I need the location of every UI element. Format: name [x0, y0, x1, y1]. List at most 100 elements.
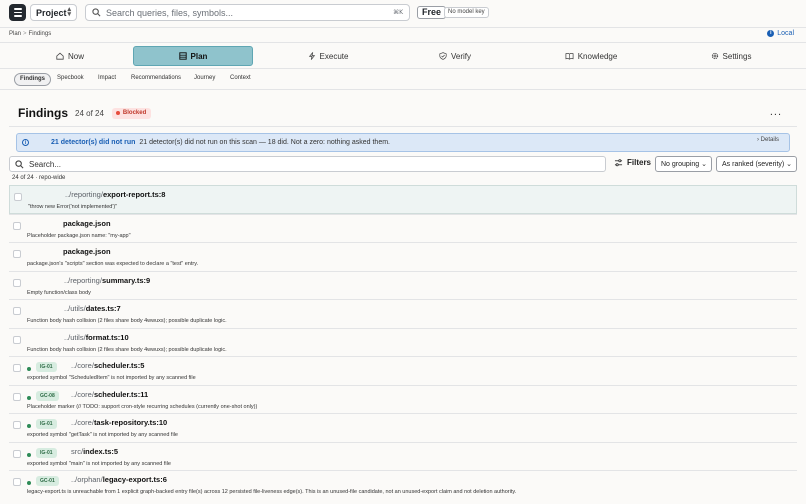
details-label: Details [760, 137, 779, 143]
filters-button[interactable]: Filters [614, 158, 651, 167]
finding-row[interactable]: ../reporting/summary.ts:9 Empty function/… [9, 270, 797, 300]
tab-knowledge[interactable]: Knowledge [555, 46, 627, 66]
findings-count: 24 of 24 [75, 108, 104, 118]
divider [9, 126, 797, 127]
row-checkbox[interactable] [13, 364, 21, 372]
finding-dir: ../core/ [71, 389, 94, 399]
tab-verify-label: Verify [450, 51, 471, 61]
row-checkbox[interactable] [13, 221, 21, 230]
main-nav: Now Plan Execute Verify Knowledge Settin… [0, 43, 806, 69]
finding-dir: ../core/ [71, 418, 94, 427]
finding-dir: ../reporting/ [65, 190, 103, 199]
book-icon [565, 52, 574, 60]
row-checkbox[interactable] [13, 449, 21, 458]
tab-settings-label: Settings [722, 51, 752, 61]
finding-path[interactable]: ../orphan/legacy-export.ts:6 [71, 475, 167, 484]
finding-row[interactable]: IG-01 ../core/scheduler.ts:5 exported symb… [9, 356, 797, 385]
details-toggle[interactable]: › Details [757, 137, 779, 143]
tab-settings[interactable]: Settings [700, 46, 762, 66]
plan-badge[interactable]: Free [417, 6, 447, 19]
row-checkbox[interactable] [13, 250, 21, 258]
breadcrumb-bar: Plan > Findings i Local [0, 27, 806, 43]
finding-path[interactable]: ../utils/dates.ts:7 [64, 304, 121, 313]
finding-file: dates.ts:7 [85, 304, 121, 313]
finding-description: Function body hash collision (2 files sh… [27, 346, 227, 353]
project-selector[interactable]: Project ▴ ▾ [30, 4, 77, 21]
row-checkbox[interactable] [13, 278, 21, 287]
tab-now[interactable]: Now [40, 46, 100, 66]
finding-row[interactable]: package.json package.json's "scripts" sec… [9, 242, 797, 271]
banner-lead: 21 detector(s) did not run [51, 139, 136, 146]
row-checkbox[interactable] [13, 421, 21, 429]
ranking-select[interactable]: As ranked (severity) ⌄ [716, 156, 797, 172]
row-checkbox[interactable] [13, 335, 21, 344]
row-checkbox[interactable] [14, 193, 22, 201]
finding-path[interactable]: ../core/scheduler.ts:11 [71, 390, 148, 399]
shortcut-hint: ⌘K [393, 9, 403, 16]
finding-path[interactable]: package.json [63, 247, 111, 256]
model-key-badge[interactable]: No model key [444, 7, 489, 18]
finding-file: format.ts:10 [85, 332, 129, 342]
tab-execute[interactable]: Execute [290, 46, 366, 66]
finding-file: package.json [63, 247, 111, 256]
finding-row[interactable]: GC-08 ../core/scheduler.ts:11 Placeholder … [9, 384, 797, 414]
subtab-specbook[interactable]: Specbook [52, 73, 89, 86]
finding-path[interactable]: ../utils/format.ts:10 [64, 333, 129, 342]
rule-code-badge: IG-01 [36, 447, 57, 458]
subtab-context[interactable]: Context [225, 73, 256, 86]
finding-path[interactable]: ../core/task-repository.ts:10 [71, 418, 167, 427]
finding-path[interactable]: ../core/scheduler.ts:5 [71, 361, 144, 370]
finding-file: task-repository.ts:10 [93, 418, 168, 427]
shield-check-icon [439, 52, 447, 60]
subtab-journey[interactable]: Journey [189, 73, 220, 86]
filters-label: Filters [627, 158, 652, 167]
findings-search-input[interactable]: Search... [9, 156, 606, 172]
row-checkbox[interactable] [13, 392, 21, 401]
filter-row: Search... Filters No grouping ⌄ As ranke… [9, 156, 797, 172]
finding-file: summary.ts:9 [101, 275, 151, 285]
finding-description: Function body hash collision (2 files sh… [27, 318, 227, 324]
finding-row[interactable]: GC-01 ../orphan/legacy-export.ts:6 legacy-… [9, 470, 797, 499]
more-options-icon[interactable]: ... [770, 106, 782, 118]
finding-path[interactable]: ../reporting/summary.ts:9 [64, 276, 150, 285]
finding-description: exported symbol "ScheduledItem" is not i… [27, 375, 196, 381]
environment-indicator[interactable]: i Local [767, 30, 794, 37]
rule-code-badge: IG-01 [36, 362, 57, 372]
tab-verify[interactable]: Verify [425, 46, 485, 66]
subtab-impact[interactable]: Impact [93, 73, 121, 86]
finding-dir: ../utils/ [64, 332, 86, 342]
finding-description: exported symbol "main" is not imported b… [27, 460, 171, 467]
status-badge: Blocked [111, 107, 152, 119]
row-checkbox[interactable] [13, 478, 21, 486]
finding-row[interactable]: ../utils/format.ts:10 Function body hash … [9, 327, 797, 357]
scope-summary: 24 of 24 · repo-wide [12, 175, 66, 181]
chevron-down-icon: ⌄ [701, 161, 707, 168]
finding-path[interactable]: package.json [63, 219, 111, 228]
finding-row[interactable]: IG-01 ../core/task-repository.ts:10 export… [9, 413, 797, 442]
subtab-findings[interactable]: Findings [14, 73, 51, 86]
finding-file: scheduler.ts:5 [93, 361, 145, 370]
finding-path[interactable]: ../reporting/export-report.ts:8 [65, 190, 165, 199]
finding-path[interactable]: src/index.ts:5 [71, 447, 118, 456]
global-search-input[interactable]: Search queries, files, symbols... ⌘K [85, 4, 410, 21]
grouping-select[interactable]: No grouping ⌄ [655, 156, 712, 172]
status-dot-icon [27, 367, 31, 371]
app-logo-icon[interactable] [9, 4, 26, 21]
row-checkbox[interactable] [13, 307, 21, 315]
findings-search-placeholder: Search... [29, 159, 62, 169]
grouping-value: No grouping [661, 160, 700, 168]
finding-row[interactable]: ../reporting/export-report.ts:8 "throw ne… [9, 185, 797, 214]
finding-row[interactable]: IG-01 src/index.ts:5 exported symbol "main… [9, 441, 797, 471]
status-dot-icon [27, 395, 31, 400]
finding-row[interactable]: ../utils/dates.ts:7 Function body hash co… [9, 299, 797, 328]
tab-plan[interactable]: Plan [133, 46, 253, 66]
breadcrumb-item-plan[interactable]: Plan [9, 31, 21, 37]
tab-knowledge-label: Knowledge [577, 51, 618, 61]
rule-code-badge: GC-01 [36, 476, 59, 486]
subtab-recommendations[interactable]: Recommendations [126, 73, 186, 86]
status-dot-icon [27, 481, 31, 485]
rule-code-badge: GC-08 [36, 390, 59, 401]
chevron-right-icon: › [756, 137, 759, 143]
grid-icon [178, 52, 187, 60]
finding-row[interactable]: package.json Placeholder package.json nam… [9, 213, 797, 243]
